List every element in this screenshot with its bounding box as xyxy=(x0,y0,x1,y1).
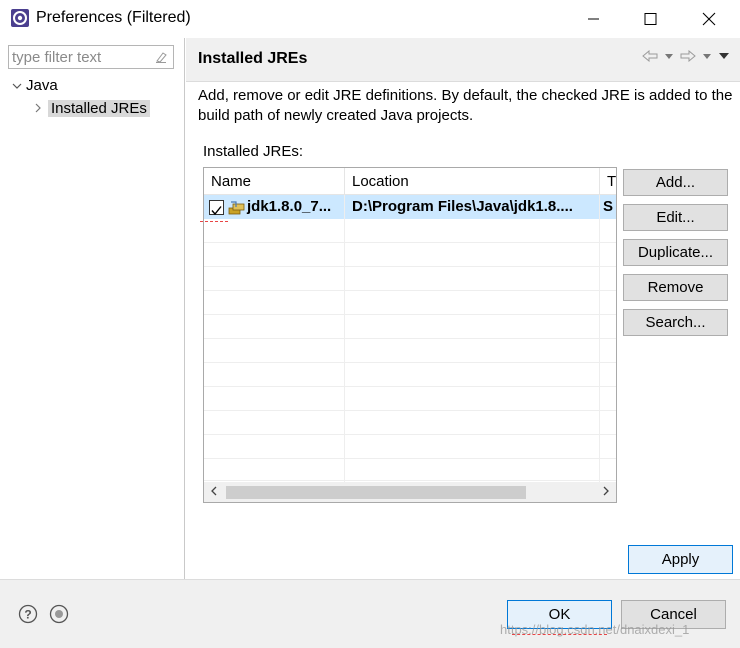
empty-cell xyxy=(204,243,345,267)
empty-cell xyxy=(204,315,345,339)
checkmark-icon xyxy=(211,206,222,216)
empty-cell xyxy=(345,315,600,339)
preferences-tree-pane: Java Installed JREs xyxy=(0,38,185,579)
page-description: Add, remove or edit JRE definitions. By … xyxy=(198,87,733,124)
empty-cell xyxy=(345,435,600,459)
cell-name: jdk1.8.0_7... xyxy=(204,195,345,219)
empty-cell xyxy=(204,267,345,291)
empty-cell xyxy=(345,459,600,483)
empty-row xyxy=(204,339,616,363)
empty-row xyxy=(204,219,616,243)
chevron-right-icon[interactable] xyxy=(34,99,48,121)
scroll-left-icon[interactable] xyxy=(210,484,218,498)
empty-cell xyxy=(204,363,345,387)
jre-library-icon xyxy=(228,201,245,215)
empty-row xyxy=(204,291,616,315)
page-title: Installed JREs xyxy=(198,50,308,67)
window-title: Preferences (Filtered) xyxy=(36,9,191,26)
eclipse-preferences-icon xyxy=(11,9,29,27)
title-bar: Preferences (Filtered) xyxy=(0,0,740,38)
close-button[interactable] xyxy=(686,0,732,38)
history-nav xyxy=(642,50,730,62)
empty-row xyxy=(204,363,616,387)
scrollbar-thumb[interactable] xyxy=(226,486,526,499)
forward-dropdown-icon[interactable] xyxy=(702,52,712,60)
back-arrow-icon[interactable] xyxy=(642,50,658,62)
filter-box xyxy=(8,45,174,69)
installed-jres-table[interactable]: Name Location T jdk1.8.0_7... D:\Program… xyxy=(203,167,617,503)
duplicate-button[interactable]: Duplicate... xyxy=(623,239,728,266)
tree-item-java[interactable]: Java xyxy=(12,75,58,97)
column-header-location[interactable]: Location xyxy=(345,168,600,195)
empty-cell xyxy=(204,387,345,411)
empty-row xyxy=(204,459,616,483)
jre-name: jdk1.8.0_7... xyxy=(247,198,332,215)
add-button[interactable]: Add... xyxy=(623,169,728,196)
empty-cell xyxy=(345,363,600,387)
empty-cell xyxy=(345,291,600,315)
jre-location: D:\Program Files\Java\jdk1.8.... xyxy=(345,195,600,219)
search-button[interactable]: Search... xyxy=(623,309,728,336)
horizontal-scrollbar[interactable] xyxy=(204,482,616,502)
empty-cell xyxy=(345,243,600,267)
empty-row xyxy=(204,243,616,267)
edit-button[interactable]: Edit... xyxy=(623,204,728,231)
table-header: Name Location T xyxy=(204,168,616,195)
empty-row xyxy=(204,411,616,435)
annotation-underline xyxy=(200,221,228,222)
clear-filter-icon[interactable] xyxy=(154,50,168,64)
empty-row xyxy=(204,387,616,411)
default-jre-checkbox[interactable] xyxy=(209,200,224,216)
column-header-type[interactable]: T xyxy=(600,168,616,195)
empty-row xyxy=(204,435,616,459)
minimize-button[interactable] xyxy=(571,0,617,38)
minimize-icon xyxy=(588,18,599,20)
installed-jres-label: Installed JREs: xyxy=(203,143,304,160)
table-row[interactable]: jdk1.8.0_7... D:\Program Files\Java\jdk1… xyxy=(204,195,616,219)
forward-arrow-icon[interactable] xyxy=(680,50,696,62)
empty-cell xyxy=(204,219,345,243)
maximize-button[interactable] xyxy=(627,0,673,38)
page-header: Installed JREs xyxy=(186,38,740,82)
empty-cell xyxy=(345,267,600,291)
tree-item-label: Java xyxy=(26,77,58,94)
empty-cell xyxy=(345,219,600,243)
empty-cell xyxy=(204,339,345,363)
empty-cell xyxy=(345,339,600,363)
empty-cell xyxy=(204,435,345,459)
filter-input[interactable] xyxy=(12,48,152,66)
column-header-name[interactable]: Name xyxy=(204,168,345,195)
scroll-right-icon[interactable] xyxy=(602,484,610,498)
tree-item-label: Installed JREs xyxy=(48,100,150,117)
empty-cell xyxy=(204,459,345,483)
watermark: https://blog.csdn.net/dnaixdexi_1 xyxy=(500,622,690,637)
empty-row xyxy=(204,315,616,339)
view-menu-icon[interactable] xyxy=(718,52,730,60)
empty-row xyxy=(204,267,616,291)
remove-button[interactable]: Remove xyxy=(623,274,728,301)
empty-cell xyxy=(204,291,345,315)
import-export-preferences-icon[interactable] xyxy=(49,604,69,624)
apply-button[interactable]: Apply xyxy=(628,545,733,574)
chevron-down-icon[interactable] xyxy=(12,76,26,98)
maximize-icon xyxy=(644,13,657,25)
svg-text:?: ? xyxy=(24,608,31,622)
close-icon xyxy=(702,12,716,26)
empty-cell xyxy=(345,387,600,411)
help-icon[interactable]: ? xyxy=(18,604,38,624)
empty-cell xyxy=(345,411,600,435)
empty-cell xyxy=(204,411,345,435)
tree-item-installed-jres[interactable]: Installed JREs xyxy=(34,98,150,120)
back-dropdown-icon[interactable] xyxy=(664,52,674,60)
jre-type: S xyxy=(603,198,614,215)
